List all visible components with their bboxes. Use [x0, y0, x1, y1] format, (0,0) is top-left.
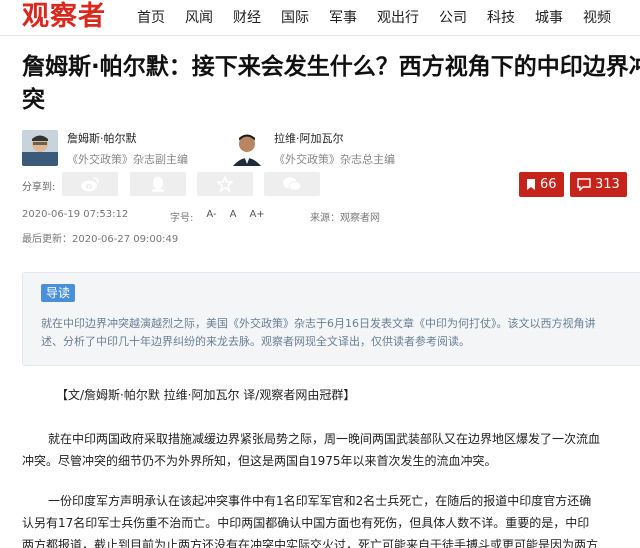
intro-text: 就在中印边界冲突越演越烈之际，美国《外交政策》杂志于6月16日发表文章《中印为何…	[41, 315, 640, 351]
author-name[interactable]: 詹姆斯·帕尔默	[67, 130, 137, 146]
nav-item-military[interactable]: 军事	[319, 0, 367, 36]
article-title-continued: 突	[22, 87, 45, 113]
comment-count: 313	[595, 177, 620, 192]
paragraph-line: 冲突。尽管冲突的细节仍不为外界所知，但这是两国自1975年以来首次发生的流血冲突…	[22, 454, 497, 468]
intro-tag: 导读	[41, 284, 76, 302]
nav-item-fengwen[interactable]: 风闻	[175, 0, 223, 36]
nav-item-company[interactable]: 公司	[429, 0, 477, 36]
main-nav: 首页 风闻 财经 国际 军事 观出行 公司 科技 城事 视频	[127, 0, 621, 36]
bookmark-count-button[interactable]: 66	[519, 172, 564, 197]
article-title: 詹姆斯·帕尔默：接下来会发生什么？西方视角下的中印边界冲	[22, 54, 640, 80]
author-role: 《外交政策》杂志总主编	[274, 153, 395, 166]
bookmark-icon	[527, 179, 535, 190]
bookmark-count: 66	[540, 177, 557, 192]
author-name[interactable]: 拉维·阿加瓦尔	[274, 130, 344, 146]
font-size-increase[interactable]: A+	[249, 209, 264, 224]
top-navigation-bar: 观察者 首页 风闻 财经 国际 军事 观出行 公司 科技 城事 视频	[0, 0, 640, 36]
weibo-icon	[81, 177, 99, 192]
nav-item-finance[interactable]: 财经	[223, 0, 271, 36]
share-qq-button[interactable]	[130, 172, 186, 196]
nav-item-international[interactable]: 国际	[271, 0, 319, 36]
article-byline: 【文/詹姆斯·帕尔默 拉维·阿加瓦尔 译/观察者网由冠群】	[56, 388, 356, 402]
share-wechat-button[interactable]	[264, 172, 320, 196]
author-avatar[interactable]	[22, 130, 58, 166]
paragraph-line: 认另有17名印军士兵伤重不治而亡。中印两国都确认中国方面也有死伤，但具体人数不详…	[22, 516, 590, 530]
nav-item-travel[interactable]: 观出行	[367, 0, 429, 36]
article-source: 来源：观察者网	[310, 213, 380, 224]
last-updated: 最后更新：2020-06-27 09:00:49	[22, 234, 179, 245]
wechat-icon	[283, 177, 302, 191]
share-weibo-button[interactable]	[62, 172, 118, 196]
nav-item-city[interactable]: 城事	[525, 0, 573, 36]
comment-count-button[interactable]: 313	[570, 172, 627, 197]
author-avatar[interactable]	[229, 130, 265, 166]
nav-item-video[interactable]: 视频	[573, 0, 621, 36]
font-size-normal[interactable]: A	[230, 209, 237, 224]
site-logo[interactable]: 观察者	[22, 0, 106, 34]
font-size-control: 字号: A- A A+	[170, 209, 265, 224]
paragraph-line: 两方都报道，截止到目前为止两方还没有在冲突中实际交火过，死亡可能来自于徒手搏斗或…	[22, 538, 599, 548]
article-intro: 导读 就在中印边界冲突越演越烈之际，美国《外交政策》杂志于6月16日发表文章《中…	[22, 272, 640, 366]
comment-icon	[577, 178, 591, 191]
nav-item-home[interactable]: 首页	[127, 0, 175, 36]
intro-line: 就在中印边界冲突越演越烈之际，美国《外交政策》杂志于6月16日发表文章《中印为何…	[41, 317, 596, 330]
share-label: 分享到:	[22, 182, 56, 193]
paragraph-line: 一份印度军方声明承认在该起冲突事件中有1名印军军官和2名士兵死亡，在随后的报道中…	[48, 494, 592, 508]
nav-item-tech[interactable]: 科技	[477, 0, 525, 36]
intro-line: 述、分析了中印几十年边界纠纷的来龙去脉。观察者网现全文译出，仅供读者参考阅读。	[41, 335, 470, 348]
author-role: 《外交政策》杂志副主编	[67, 153, 188, 166]
qq-icon	[151, 176, 165, 193]
font-size-decrease[interactable]: A-	[206, 209, 216, 224]
share-qzone-button[interactable]	[197, 172, 253, 196]
publish-time: 2020-06-19 07:53:12	[22, 209, 129, 220]
qzone-star-icon	[217, 176, 233, 192]
paragraph-line: 就在中印两国政府采取措施减缓边界紧张局势之际，周一晚间两国武装部队又在边界地区爆…	[48, 432, 601, 446]
font-size-label: 字号:	[170, 213, 194, 224]
